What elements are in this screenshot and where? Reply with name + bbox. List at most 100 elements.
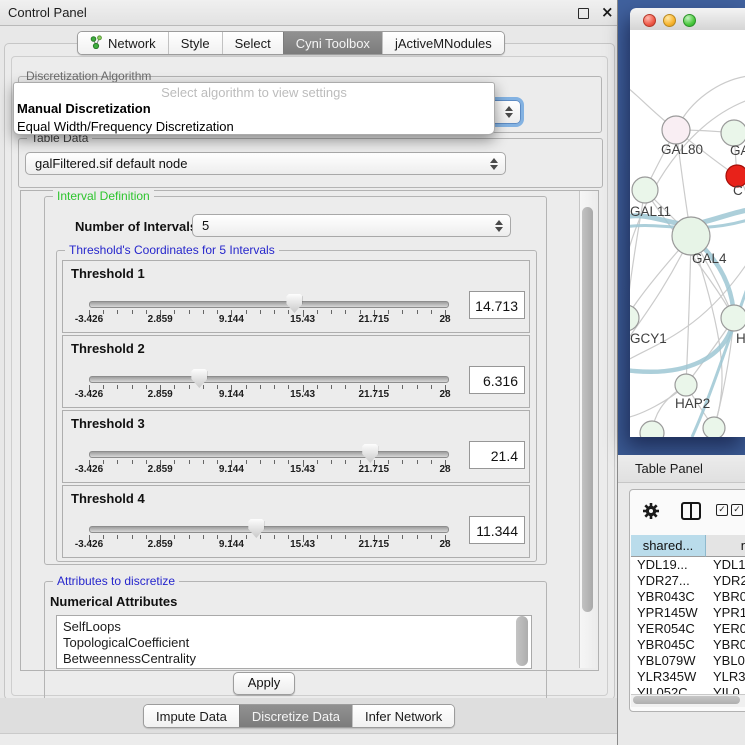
network-node[interactable] (640, 421, 664, 437)
float-window-icon[interactable] (578, 8, 589, 19)
slider-tick-label: 9.144 (219, 389, 244, 400)
slider-tick (260, 385, 261, 389)
slider-tick (132, 460, 133, 464)
slider-tick-label: 9.144 (219, 464, 244, 475)
slider-track[interactable] (89, 526, 449, 533)
tab-network[interactable]: Network (78, 32, 168, 54)
tab-impute-data[interactable]: Impute Data (144, 705, 239, 727)
horizontal-scrollbar-thumb[interactable] (633, 696, 740, 704)
slider-tick (132, 310, 133, 314)
threshold-label: Threshold 3 (71, 416, 145, 431)
attribute-list-item[interactable]: BetweennessCentrality (57, 651, 531, 667)
minimize-traffic-light-icon[interactable] (663, 14, 676, 27)
numerical-attributes-list[interactable]: SelfLoopsTopologicalCoefficientBetweenne… (56, 615, 532, 669)
threshold-value-field[interactable]: 11.344 (469, 516, 525, 544)
network-node-h[interactable] (721, 305, 745, 331)
checkbox-icon[interactable]: ✓ (731, 504, 743, 516)
split-columns-icon[interactable] (681, 502, 701, 520)
threshold-value-field[interactable]: 21.4 (469, 441, 525, 469)
close-traffic-light-icon[interactable] (643, 14, 656, 27)
tab-jactivemnodules[interactable]: jActiveMNodules (382, 32, 504, 54)
table-row[interactable]: YPR145WYPR1 (631, 605, 745, 621)
slider-tick-label: 9.144 (219, 539, 244, 550)
attribute-list-item[interactable]: TopologicalCoefficient (57, 635, 531, 651)
column-header-name[interactable]: na (706, 535, 745, 557)
number-of-intervals-combobox[interactable]: 5 (192, 214, 511, 237)
algorithm-option-equal-width[interactable]: Equal Width/Frequency Discretization (14, 118, 494, 135)
slider-tick (189, 385, 190, 389)
slider-tick (388, 460, 389, 464)
slider-tick (388, 535, 389, 539)
tab-select[interactable]: Select (222, 32, 283, 54)
table-row[interactable]: YDL19...YDL1 (631, 557, 745, 573)
network-node-hap2[interactable] (675, 374, 697, 396)
table-row[interactable]: YBR045CYBR0 (631, 637, 745, 653)
checkbox-icon[interactable]: ✓ (716, 504, 728, 516)
close-icon[interactable]: × (601, 3, 614, 21)
network-graph[interactable]: GAL80GACGAL11GAL4GCY1HHAP2 (630, 30, 745, 437)
thresholds-stack: Threshold 1-3.4262.8599.14415.4321.71528… (62, 260, 530, 556)
table-row[interactable]: YLR345WYLR3 (631, 669, 745, 685)
network-node-gal4[interactable] (672, 217, 710, 255)
slider-thumb[interactable] (248, 519, 264, 538)
slider-tick-label: 28 (439, 314, 450, 325)
slider-tick (117, 385, 118, 389)
slider-track[interactable] (89, 301, 449, 308)
column-header-shared-name[interactable]: shared... (631, 535, 706, 557)
network-node-label: GA (730, 143, 745, 158)
network-canvas[interactable]: GAL80GACGAL11GAL4GCY1HHAP2 (630, 30, 745, 437)
apply-button[interactable]: Apply (233, 672, 295, 695)
tab-discretize-data[interactable]: Discretize Data (239, 705, 352, 727)
cell-name: YER0 (713, 621, 745, 637)
tab-style[interactable]: Style (168, 32, 222, 54)
slider-tick (345, 535, 346, 539)
network-window-titlebar[interactable] (630, 8, 745, 31)
threshold-value-field[interactable]: 6.316 (469, 366, 525, 394)
network-node-gal11[interactable] (632, 177, 658, 203)
network-node[interactable] (703, 417, 725, 437)
vertical-scrollbar-thumb[interactable] (582, 207, 593, 612)
tab-infer-network[interactable]: Infer Network (352, 705, 454, 727)
slider-tick (203, 385, 204, 389)
slider-tick (431, 385, 432, 389)
threshold-value-field[interactable]: 14.713 (469, 291, 525, 319)
slider-tick (246, 385, 247, 389)
tab-label: Infer Network (365, 709, 442, 724)
slider-tick (345, 460, 346, 464)
cell-name: YPR1 (713, 605, 745, 621)
network-node-label: GAL11 (630, 204, 671, 219)
slider-tick (103, 460, 104, 464)
network-node-gal80[interactable] (662, 116, 690, 144)
slider-track[interactable] (89, 451, 449, 458)
slider-tick (402, 385, 403, 389)
slider-track[interactable] (89, 376, 449, 383)
tab-cyni-toolbox[interactable]: Cyni Toolbox (283, 32, 382, 54)
table-row[interactable]: YBL079WYBL0 (631, 653, 745, 669)
tab-label: Cyni Toolbox (296, 36, 370, 51)
table-row[interactable]: YBR043CYBR0 (631, 589, 745, 605)
network-node-label: HAP2 (675, 396, 710, 411)
network-view-window[interactable]: GAL80GACGAL11GAL4GCY1HHAP2 (630, 8, 745, 437)
attribute-list-item[interactable]: SelfLoops (57, 616, 531, 635)
table-row[interactable]: YER054CYER0 (631, 621, 745, 637)
slider-thumb[interactable] (191, 369, 207, 388)
attributes-list-scrollbar-thumb[interactable] (516, 616, 528, 666)
network-edge[interactable] (686, 236, 691, 385)
cell-name: YDR2 (713, 573, 745, 589)
slider-tick (317, 310, 318, 314)
interval-definition-title: Interval Definition (53, 189, 154, 204)
slider-tick (274, 310, 275, 314)
tab-label: Select (235, 36, 271, 51)
slider-tick-label: -3.426 (75, 539, 103, 550)
slider-tick-label: 15.43 (290, 464, 315, 475)
numerical-attributes-label: Numerical Attributes (50, 594, 177, 609)
algorithm-option-manual[interactable]: Manual Discretization (14, 100, 494, 118)
network-node-gcy1[interactable] (630, 305, 639, 331)
threshold-panel-4: Threshold 4-3.4262.8599.14415.4321.71528… (62, 485, 530, 558)
zoom-traffic-light-icon[interactable] (683, 14, 696, 27)
table-panel-title: Table Panel (635, 461, 703, 476)
table-row[interactable]: YDR27...YDR2 (631, 573, 745, 589)
table-data-combobox[interactable]: galFiltered.sif default node (25, 152, 506, 175)
settings-gear-icon[interactable] (642, 502, 660, 520)
slider-thumb[interactable] (362, 444, 378, 463)
